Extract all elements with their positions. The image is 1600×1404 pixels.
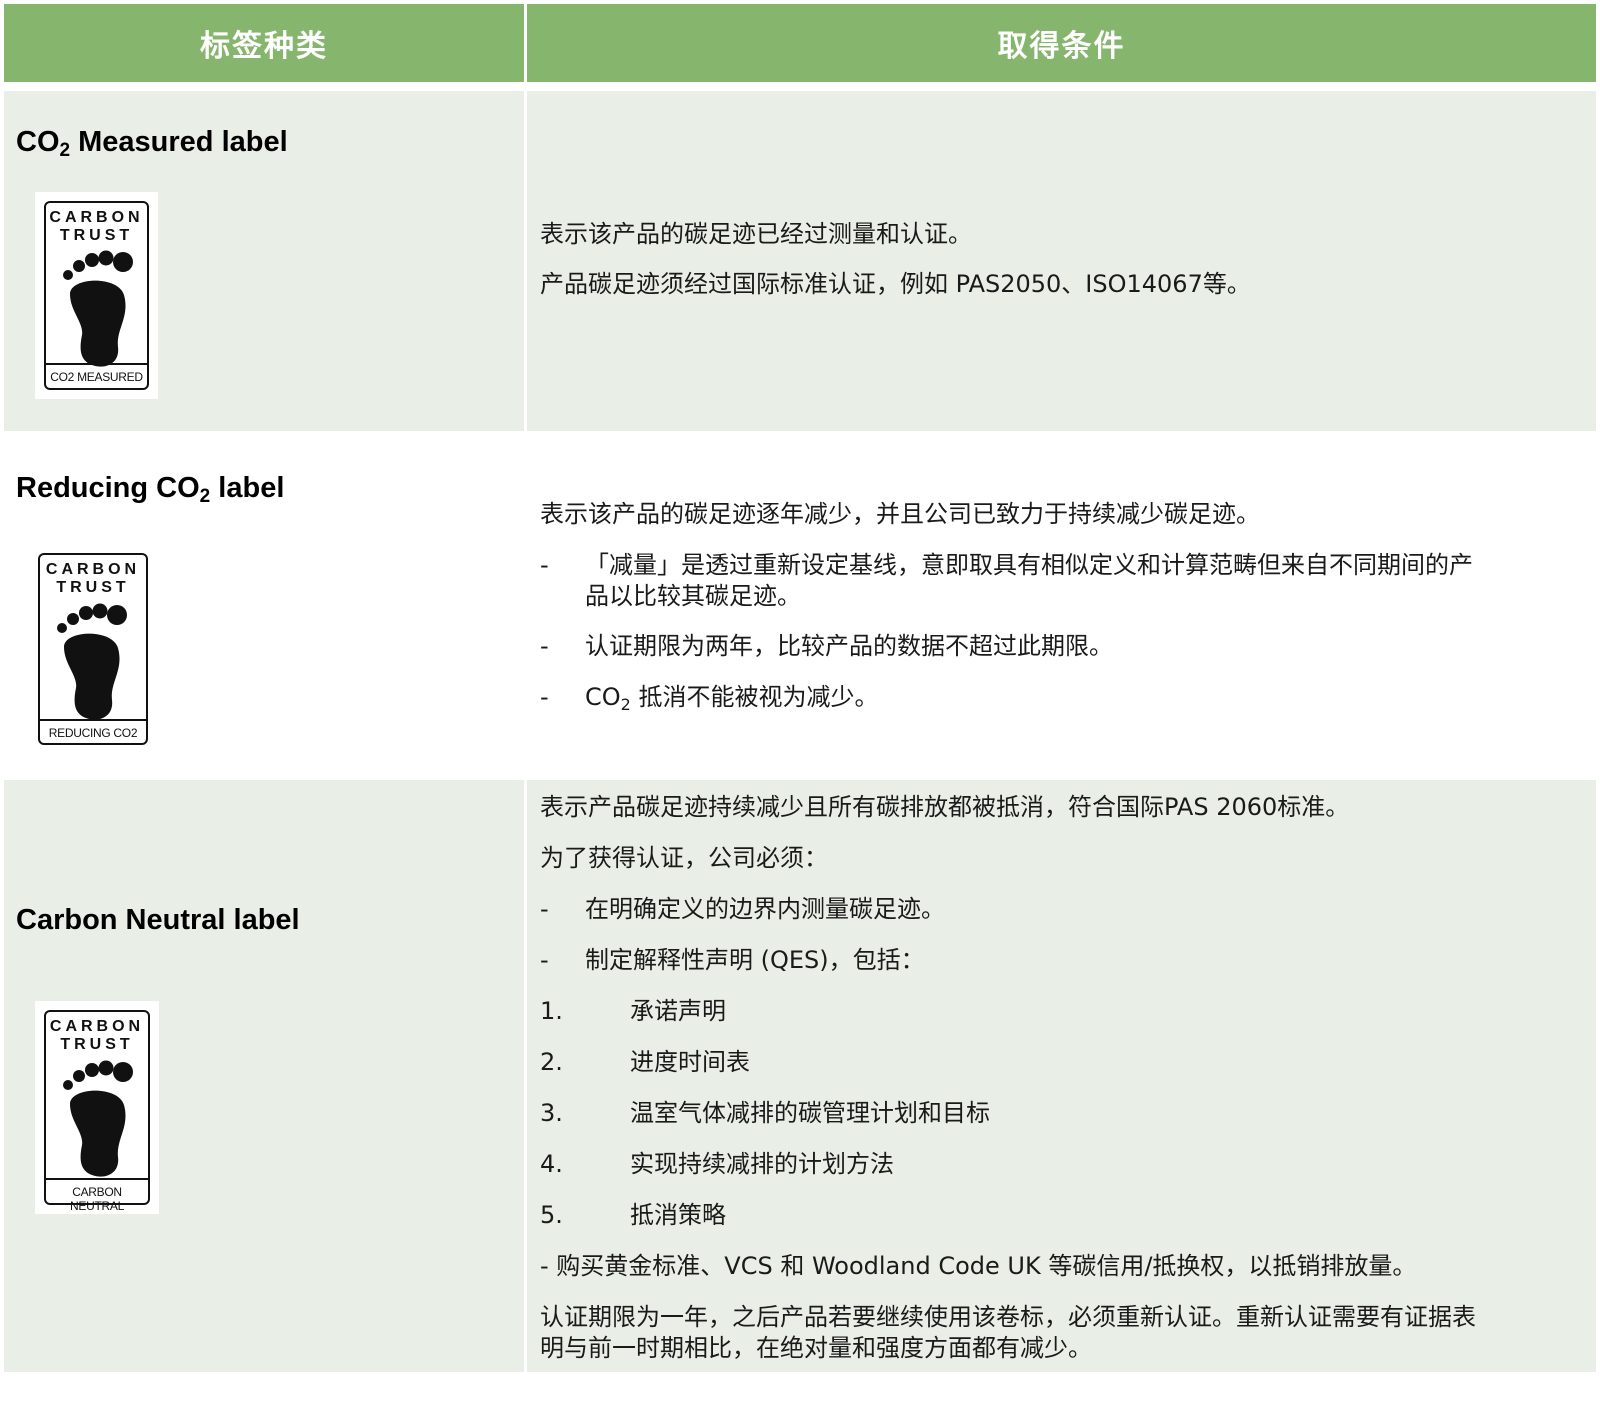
carbon-trust-badge-neutral: CARBON TRUST CARBON NEUTRAL — [35, 1001, 159, 1214]
bullet-marker: - — [540, 895, 549, 923]
label-title-measured: CO2 Measured label — [16, 126, 288, 161]
footprint-icon — [57, 603, 127, 720]
list-number: 3. — [540, 1099, 563, 1127]
list-number: 2. — [540, 1048, 563, 1076]
bullet-marker: - — [540, 551, 549, 579]
condition-text: 产品碳足迹须经过国际标准认证，例如 PAS2050、ISO14067等。 — [540, 270, 1251, 298]
bullet-text: 「减量」是透过重新设定基线，意即取具有相似定义和计算范畴但来自不同期间的产 — [585, 551, 1473, 579]
footprint-icon — [63, 1060, 133, 1177]
condition-text: 表示产品碳足迹持续减少且所有碳排放都被抵消，符合国际PAS 2060标准。 — [540, 793, 1350, 821]
list-number: 1. — [540, 997, 563, 1025]
label-title-neutral: Carbon Neutral label — [16, 904, 300, 936]
condition-text: - 购买黄金标准、VCS 和 Woodland Code UK 等碳信用/抵换权… — [540, 1252, 1417, 1280]
condition-text: 表示该产品的碳足迹逐年减少，并且公司已致力于持续减少碳足迹。 — [540, 500, 1260, 528]
bullet-text: 品以比较其碳足迹。 — [585, 582, 801, 610]
list-item: 承诺声明 — [630, 997, 726, 1025]
column-header-label-type: 标签种类 — [4, 4, 524, 82]
bullet-marker: - — [540, 683, 549, 711]
bullet-marker: - — [540, 632, 549, 660]
bullet-text: 在明确定义的边界内测量碳足迹。 — [585, 895, 945, 923]
label-title-reducing: Reducing CO2 label — [16, 472, 285, 507]
column-divider — [524, 91, 527, 431]
list-number: 4. — [540, 1150, 563, 1178]
bullet-text: 认证期限为两年，比较产品的数据不超过此期限。 — [585, 632, 1113, 660]
condition-text: 认证期限为一年，之后产品若要继续使用该卷标，必须重新认证。重新认证需要有证据表 — [540, 1303, 1476, 1331]
footprint-icon — [63, 250, 133, 367]
list-item: 进度时间表 — [630, 1048, 750, 1076]
list-item: 实现持续减排的计划方法 — [630, 1150, 894, 1178]
list-number: 5. — [540, 1201, 563, 1229]
condition-text: 表示该产品的碳足迹已经过测量和认证。 — [540, 220, 972, 248]
condition-text: 为了获得认证，公司必须： — [540, 844, 828, 872]
carbon-trust-badge-reducing: CARBON TRUST REDUCING CO2 — [29, 544, 157, 754]
list-item: 温室气体减排的碳管理计划和目标 — [630, 1099, 990, 1127]
bullet-marker: - — [540, 946, 549, 974]
bullet-text: CO2 抵消不能被视为减少。 — [585, 683, 879, 714]
carbon-trust-badge-measured: CARBON TRUST CO2 MEASURED — [35, 192, 158, 399]
column-divider — [524, 780, 527, 1372]
bullet-text: 制定解释性声明 (QES)，包括： — [585, 946, 925, 974]
list-item: 抵消策略 — [630, 1201, 726, 1229]
condition-text: 明与前一时期相比，在绝对量和强度方面都有减少。 — [540, 1334, 1092, 1362]
column-header-conditions: 取得条件 — [527, 4, 1596, 82]
